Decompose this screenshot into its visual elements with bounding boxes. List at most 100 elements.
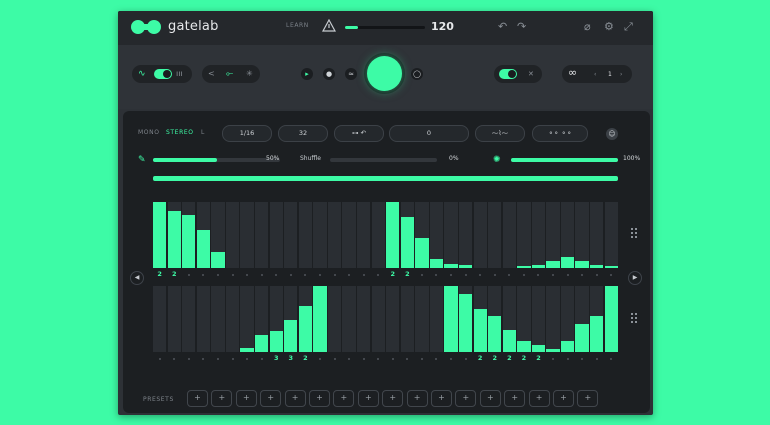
preset-slot-button[interactable]: +: [431, 390, 452, 407]
step-cell[interactable]: [604, 202, 618, 268]
step-cell[interactable]: [531, 286, 546, 352]
key-shift-control[interactable]: ⊶ ↶: [334, 125, 384, 142]
step-cell[interactable]: [444, 202, 458, 268]
step-cell[interactable]: [327, 202, 342, 268]
preset-slot-button[interactable]: +: [309, 390, 330, 407]
step-cell[interactable]: [517, 202, 531, 268]
mode-dots[interactable]: ⚬⚬ ⚬⚬: [532, 125, 588, 142]
lane-1-drag-handle[interactable]: [631, 228, 637, 240]
step-cell[interactable]: [560, 286, 575, 352]
step-cell[interactable]: [444, 286, 458, 352]
preset-slot-button[interactable]: +: [577, 390, 599, 407]
share-icon[interactable]: <: [208, 68, 215, 80]
step-cell[interactable]: [371, 286, 385, 352]
gear-icon[interactable]: ⚙: [604, 21, 614, 33]
step-cell[interactable]: [488, 286, 502, 352]
step-cell[interactable]: [269, 202, 283, 268]
step-cell[interactable]: [313, 202, 327, 268]
shape-button[interactable]: ●: [323, 68, 335, 80]
step-cell[interactable]: [167, 202, 181, 268]
preset-slot-button[interactable]: +: [284, 390, 306, 407]
step-cell[interactable]: [240, 286, 254, 352]
step-cell[interactable]: [298, 286, 313, 352]
preset-slot-button[interactable]: +: [187, 390, 208, 407]
step-cell[interactable]: [211, 286, 225, 352]
step-cell[interactable]: [429, 286, 444, 352]
link-icon[interactable]: ⌀: [584, 21, 591, 33]
sync-toggle[interactable]: [499, 69, 517, 79]
envelope-shape[interactable]: ⁓⌇⁓: [475, 125, 525, 142]
step-cell[interactable]: [313, 286, 327, 352]
preset-slot-button[interactable]: +: [528, 390, 550, 407]
main-gate-knob[interactable]: [367, 56, 402, 91]
preset-slot-button[interactable]: +: [235, 390, 257, 407]
step-cell[interactable]: [517, 286, 531, 352]
channel-label[interactable]: L: [201, 129, 205, 136]
step-cell[interactable]: [196, 202, 211, 268]
face-icon[interactable]: ☺: [606, 128, 618, 140]
global-bar[interactable]: [153, 176, 618, 181]
usb-icon[interactable]: ⟜: [226, 68, 233, 80]
step-cell[interactable]: [327, 286, 342, 352]
preset-slot-button[interactable]: +: [504, 390, 526, 407]
sparkle-icon[interactable]: ✳: [246, 68, 253, 80]
step-cell[interactable]: [458, 202, 473, 268]
preset-slot-button[interactable]: +: [333, 390, 355, 407]
tempo-slider[interactable]: [345, 26, 425, 29]
step-cell[interactable]: [386, 202, 400, 268]
step-cell[interactable]: [400, 202, 415, 268]
step-cell[interactable]: [342, 202, 356, 268]
preset-slot-button[interactable]: +: [260, 390, 282, 407]
play-step-button[interactable]: ▸: [301, 68, 313, 80]
loop-prev-icon[interactable]: ‹: [594, 69, 596, 81]
step-cell[interactable]: [167, 286, 181, 352]
step-cell[interactable]: [488, 202, 502, 268]
preset-slot-button[interactable]: +: [553, 390, 574, 407]
step-cell[interactable]: [546, 202, 560, 268]
step-cell[interactable]: [458, 286, 473, 352]
sine-wave-icon[interactable]: ∿: [138, 68, 146, 80]
preset-slot-button[interactable]: +: [382, 390, 404, 407]
step-cell[interactable]: [284, 202, 298, 268]
step-cell[interactable]: [269, 286, 283, 352]
preset-slot-button[interactable]: +: [479, 390, 501, 407]
shuffle-slider[interactable]: [330, 158, 437, 162]
step-cell[interactable]: [196, 286, 211, 352]
undo-icon[interactable]: ↶: [498, 21, 507, 33]
step-cell[interactable]: [182, 286, 196, 352]
step-cell[interactable]: [415, 286, 429, 352]
redo-icon[interactable]: ↷: [517, 21, 526, 33]
resize-icon[interactable]: ⤢: [624, 21, 633, 33]
smooth-slider[interactable]: [153, 158, 280, 162]
preset-slot-button[interactable]: +: [406, 390, 428, 407]
step-cell[interactable]: [473, 202, 487, 268]
lane-next-icon[interactable]: ▶: [628, 271, 642, 285]
stereo-label[interactable]: STEREO: [166, 129, 194, 136]
pattern-selector[interactable]: 0: [389, 125, 469, 142]
step-cell[interactable]: [575, 286, 589, 352]
step-cell[interactable]: [400, 286, 415, 352]
bars-icon[interactable]: ııı: [176, 68, 183, 80]
cross-icon[interactable]: ✕: [528, 68, 534, 80]
step-cell[interactable]: [371, 202, 385, 268]
gate-lane-1[interactable]: 2 2 2 2: [153, 202, 618, 278]
step-cell[interactable]: [531, 202, 546, 268]
lane-prev-icon[interactable]: ◀: [130, 271, 144, 285]
step-cell[interactable]: [502, 202, 516, 268]
step-cell[interactable]: [415, 202, 429, 268]
step-cell[interactable]: [429, 202, 444, 268]
step-cell[interactable]: [356, 202, 371, 268]
step-cell[interactable]: [182, 202, 196, 268]
step-cell[interactable]: [225, 286, 240, 352]
infinity-icon[interactable]: ∞: [568, 67, 577, 79]
warning-triangle-icon[interactable]: [322, 19, 336, 33]
step-cell[interactable]: [386, 286, 400, 352]
preset-slot-button[interactable]: +: [357, 390, 379, 407]
preset-slot-button[interactable]: +: [211, 390, 233, 407]
preset-slot-button[interactable]: +: [455, 390, 477, 407]
loop-next-icon[interactable]: ›: [620, 69, 622, 81]
mono-label[interactable]: MONO: [138, 129, 160, 136]
step-cell[interactable]: [153, 286, 167, 352]
power-button[interactable]: ◯: [411, 68, 423, 80]
step-cell[interactable]: [590, 202, 604, 268]
